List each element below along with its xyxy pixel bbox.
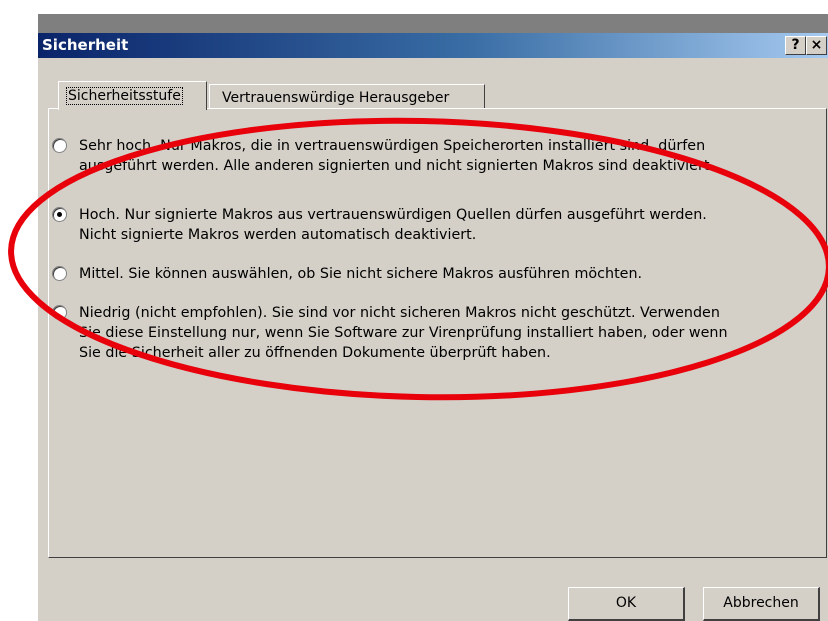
tab-label: Sicherheitsstufe <box>66 87 183 105</box>
tab-sicherheitsstufe[interactable]: Sicherheitsstufe <box>58 81 207 110</box>
highlight-ellipse <box>8 117 828 401</box>
